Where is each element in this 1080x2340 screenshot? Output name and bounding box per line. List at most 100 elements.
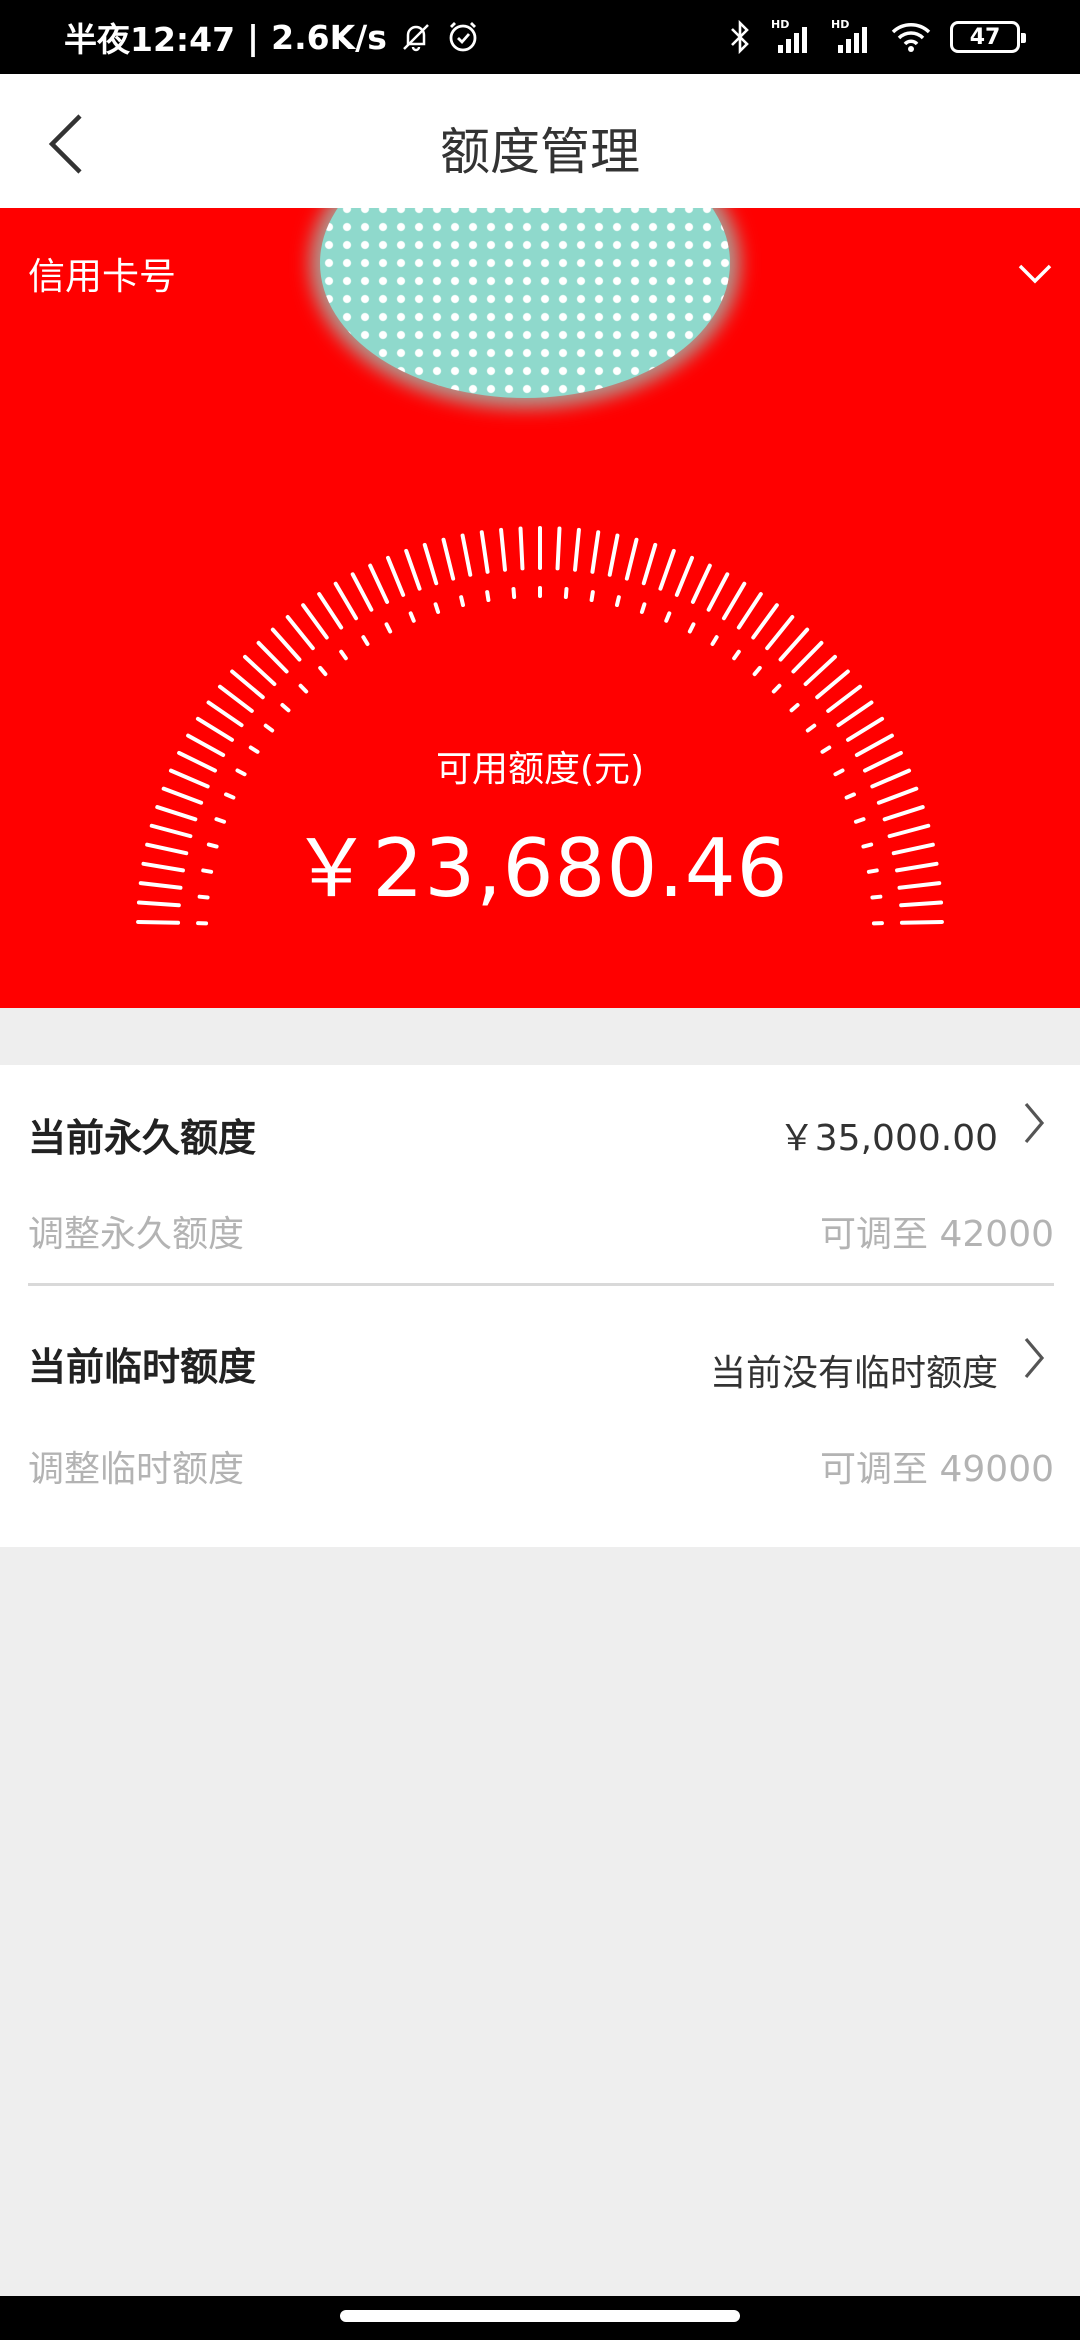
gauge-tick — [765, 615, 795, 651]
gauge-dot — [752, 665, 762, 677]
available-limit-label: 可用额度(元) — [435, 749, 645, 790]
gauge-dot — [318, 665, 328, 677]
gauge-tick — [641, 542, 658, 586]
gauge-tick — [136, 919, 181, 925]
gauge-dot — [408, 611, 416, 623]
gauge-tick — [721, 581, 747, 621]
adjust-temporary-limit-label[interactable]: 调整临时额度 — [28, 1440, 244, 1492]
status-left: 半夜12:47 | 2.6K/s — [64, 14, 481, 60]
gauge-tick — [243, 654, 277, 687]
gauge-tick — [350, 572, 374, 612]
gauge-tick — [751, 603, 779, 640]
gauge-tick — [706, 572, 730, 612]
gauge-tick — [590, 530, 601, 574]
gauge-tick — [690, 563, 712, 604]
gauge-dot — [263, 723, 275, 733]
home-indicator[interactable] — [340, 2310, 740, 2322]
gauge-tick — [368, 563, 390, 604]
battery-level: 47 — [969, 24, 1001, 50]
gauge-tick — [230, 669, 265, 700]
gauge-tick — [217, 684, 254, 713]
gauge-dot — [805, 723, 817, 733]
status-network-speed: 2.6K/s — [271, 17, 387, 57]
gauge-tick — [301, 603, 329, 640]
gauge-dot — [224, 792, 236, 800]
hd-signal-icon: HD — [830, 17, 872, 57]
gauge-tick — [386, 555, 406, 597]
gauge-dot — [639, 602, 647, 614]
gauge-dot — [563, 587, 569, 600]
bluetooth-icon — [728, 18, 752, 56]
adjust-permanent-limit-label[interactable]: 调整永久额度 — [28, 1205, 244, 1257]
gauge-tick — [195, 716, 234, 742]
adjust-temporary-limit-value: 可调至 49000 — [820, 1449, 1054, 1490]
gauge-dot — [511, 587, 517, 600]
gauge-dot — [361, 635, 370, 647]
gauge-dot — [732, 649, 741, 661]
available-limit-amount: ￥23,680.46 — [291, 822, 789, 915]
gauge-dot — [485, 590, 491, 603]
gauge-tick — [441, 537, 456, 581]
permanent-limit-row[interactable]: 当前永久额度 ￥35,000.00 调整永久额度 可调至 42000 — [28, 1065, 1054, 1283]
permanent-limit-title: 当前永久额度 — [28, 1116, 257, 1160]
gauge-dot — [710, 635, 719, 647]
gauge-tick — [826, 684, 863, 713]
temporary-limit-title: 当前临时额度 — [28, 1345, 257, 1389]
temporary-limit-row[interactable]: 当前临时额度 当前没有临时额度 调整临时额度 可调至 49000 — [28, 1286, 1054, 1547]
status-separator: | — [247, 17, 260, 57]
gauge-dot — [789, 703, 800, 713]
gauge-tick — [499, 527, 507, 572]
gauge-tick — [815, 669, 850, 700]
chevron-down-icon — [1018, 264, 1052, 284]
status-time: 半夜12:47 — [64, 20, 236, 59]
gauge-tick — [555, 526, 562, 571]
gauge-tick — [422, 542, 439, 586]
gauge-tick — [270, 627, 302, 662]
gauge-tick — [836, 700, 874, 728]
adjust-permanent-limit-value: 可调至 42000 — [820, 1214, 1054, 1255]
gauge-dot — [384, 622, 393, 634]
gauge-dot — [459, 595, 466, 607]
nav-bar: 额度管理 — [0, 74, 1080, 208]
gauge-tick — [333, 581, 359, 621]
chevron-right-icon — [1014, 1328, 1054, 1388]
mute-bell-icon — [399, 20, 433, 54]
alarm-icon — [445, 19, 481, 55]
gauge-dot — [844, 792, 856, 800]
chevron-right-icon — [1014, 1093, 1054, 1153]
gauge-dot — [664, 611, 672, 623]
gauge-tick — [404, 548, 422, 591]
gauge-dot — [614, 595, 621, 607]
gauge-tick — [460, 533, 473, 577]
gauge-tick — [658, 548, 676, 591]
gauge-dot — [687, 622, 696, 634]
gauge-tick — [803, 654, 837, 687]
card-number-label: 信用卡号 — [28, 255, 176, 298]
gauge-tick — [899, 919, 944, 925]
gauge-tick — [285, 615, 315, 651]
wifi-icon — [890, 20, 932, 54]
gauge-tick — [479, 530, 490, 574]
gauge-tick — [674, 555, 694, 597]
gauge-tick — [317, 592, 344, 630]
svg-text:HD: HD — [831, 18, 849, 31]
credit-limit-header: 信用卡号 可用额度(元) ￥23,680.46 — [0, 208, 1080, 1008]
gauge-tick — [791, 640, 824, 674]
gauge-dot — [771, 683, 782, 694]
permanent-limit-value: ￥35,000.00 — [778, 1118, 998, 1159]
gauge-tick — [573, 527, 581, 572]
gauge-tick — [778, 627, 810, 662]
gauge-tick — [518, 526, 525, 571]
svg-text:HD: HD — [771, 18, 789, 31]
gauge-tick — [624, 537, 639, 581]
gauge-dot — [339, 649, 348, 661]
status-bar: 半夜12:47 | 2.6K/s HD HD 47 — [0, 0, 1080, 74]
card-select-toggle[interactable] — [1000, 244, 1070, 304]
gauge-dot — [298, 683, 309, 694]
page-title: 额度管理 — [440, 123, 640, 181]
hd-signal-icon: HD — [770, 17, 812, 57]
gauge-dot — [280, 703, 291, 713]
status-right: HD HD 47 — [728, 14, 1026, 60]
temporary-limit-value: 当前没有临时额度 — [709, 1353, 998, 1394]
gauge-tick — [256, 640, 289, 674]
